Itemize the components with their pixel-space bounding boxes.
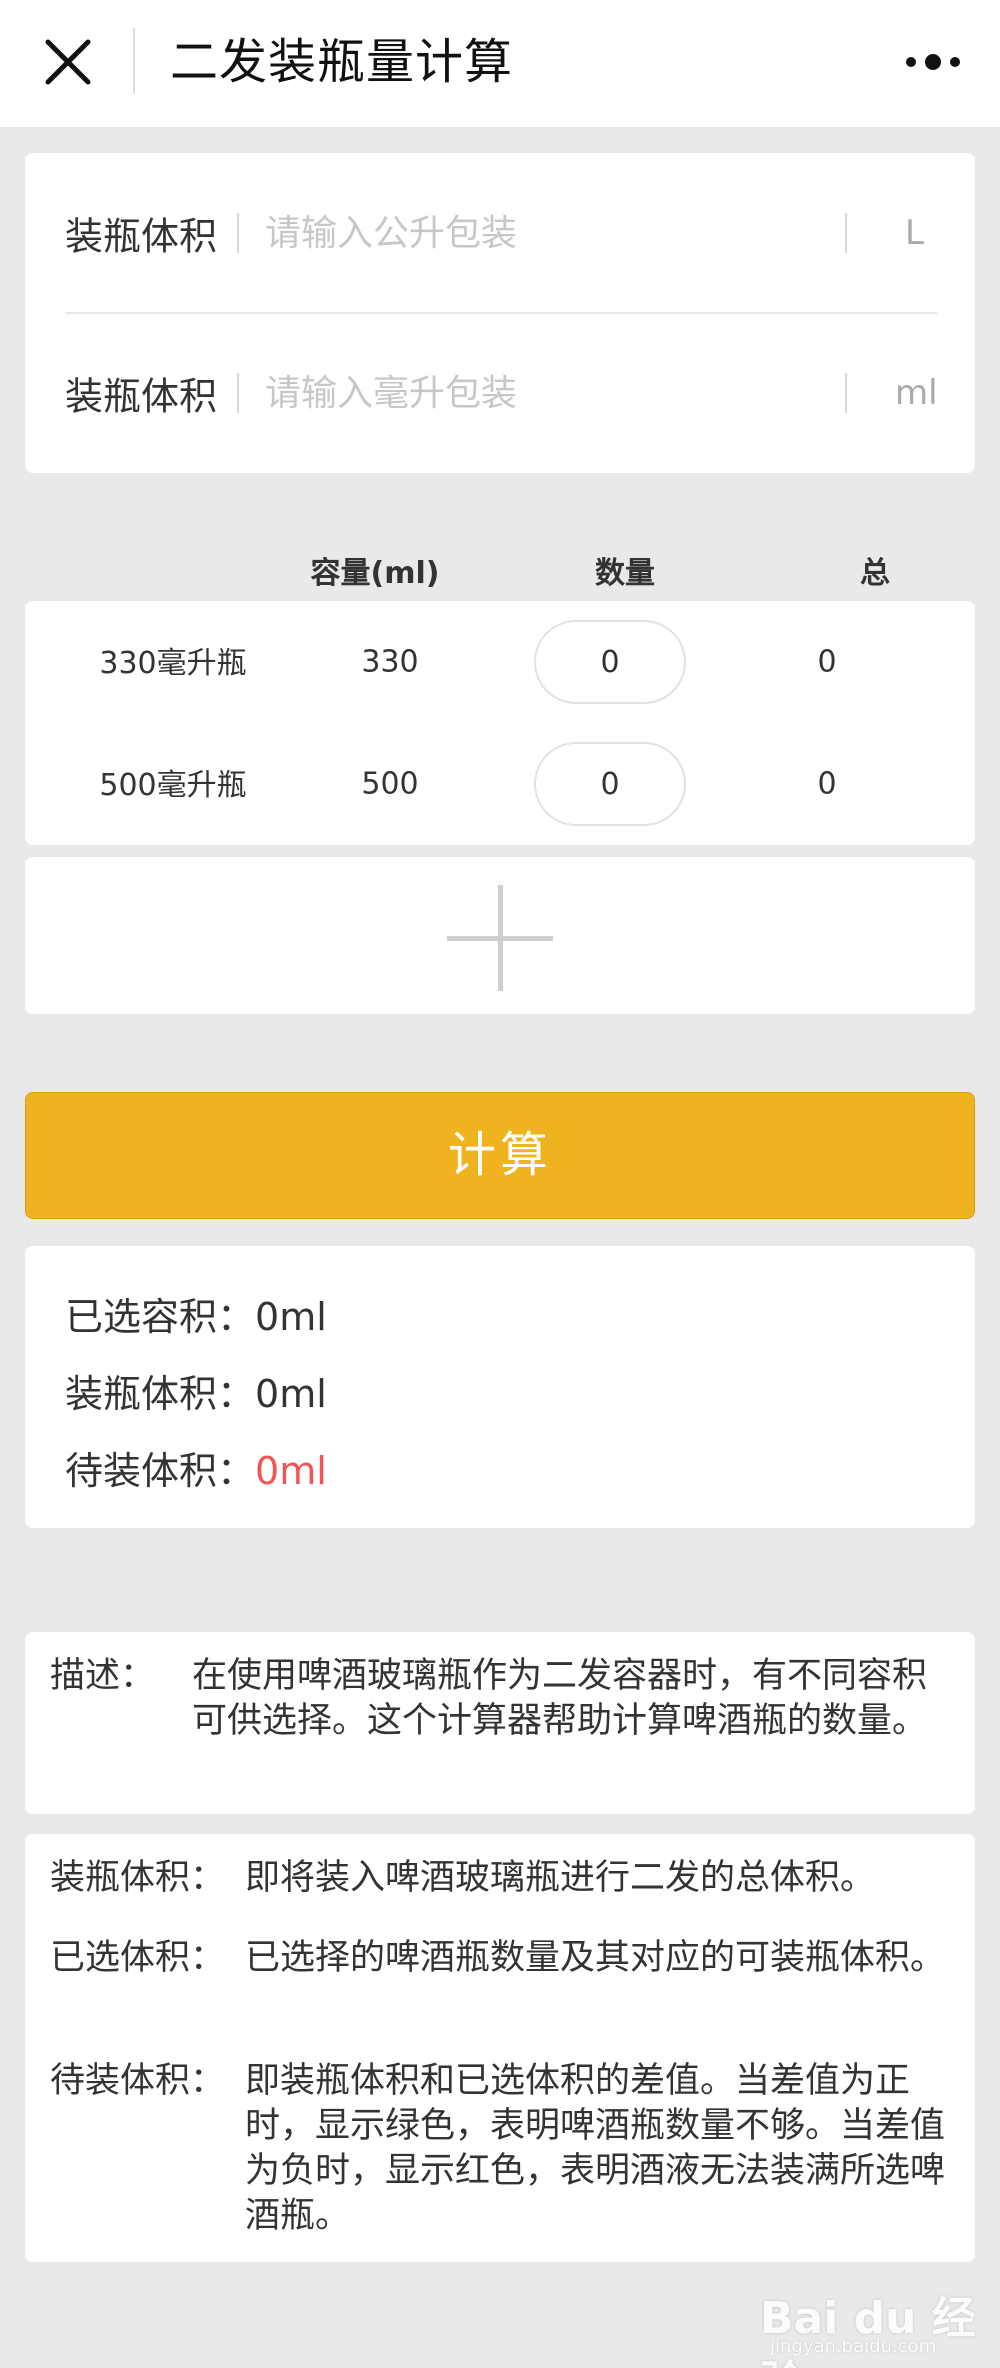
result-label: 已选容积： (65, 1295, 256, 1339)
close-icon (45, 39, 91, 85)
column-header-quantity: 数量 (595, 556, 655, 591)
result-label: 装瓶体积： (65, 1372, 256, 1416)
description-text: 在使用啤酒玻璃瓶作为二发容器时，有不同容积可供选择。这个计算器帮助计算啤酒瓶的数… (192, 1656, 928, 1741)
title-bar: 二发装瓶量计算 (0, 0, 1000, 127)
volume-input-card: 装瓶体积 L 装瓶体积 ml (25, 153, 975, 473)
watermark-url: jingyan.baidu.com (770, 2336, 937, 2357)
quantity-input[interactable] (534, 620, 686, 704)
milliliter-volume-input[interactable] (265, 363, 825, 423)
definition-item: 待装体积： 即装瓶体积和已选体积的差值。当差值为正时，显示绿色，表明啤酒瓶数量不… (50, 2059, 960, 2239)
result-label: 待装体积： (65, 1449, 256, 1493)
definition-key: 装瓶体积： (50, 1858, 226, 1898)
unit-separator (845, 213, 847, 253)
remaining-volume-result: 待装体积：0ml (65, 1440, 327, 1495)
more-dots-icon (906, 54, 960, 70)
milliliter-unit: ml (895, 373, 938, 413)
baidu-jingyan-watermark: Bai du 经验 jingyan.baidu.com (760, 2254, 980, 2368)
label-separator (237, 213, 239, 253)
remaining-volume-value: 0ml (255, 1449, 327, 1493)
quantity-input[interactable] (534, 742, 686, 826)
plus-icon (498, 885, 503, 991)
liter-input-row: 装瓶体积 L (25, 153, 975, 313)
result-value: 0ml (255, 1295, 327, 1339)
unit-separator (845, 373, 847, 413)
header-divider (133, 28, 135, 94)
liter-input-label: 装瓶体积 (65, 214, 218, 259)
definition-key: 待装体积： (50, 2061, 226, 2101)
result-card: 已选容积：0ml 装瓶体积：0ml 待装体积：0ml (25, 1246, 975, 1528)
selected-capacity-result: 已选容积：0ml (65, 1286, 327, 1341)
description-card: 描述： 在使用啤酒玻璃瓶作为二发容器时，有不同容积可供选择。这个计算器帮助计算啤… (25, 1632, 975, 1814)
calculate-button[interactable]: 计算 (25, 1092, 975, 1219)
add-bottle-button[interactable] (25, 857, 975, 1014)
page-title: 二发装瓶量计算 (170, 34, 514, 90)
definition-key: 已选体积： (50, 1938, 226, 1978)
bottle-capacity: 500 (361, 766, 419, 802)
app-page: 二发装瓶量计算 装瓶体积 L 装瓶体积 ml 容量(ml) 数量 总 (0, 0, 1000, 2368)
definitions-card: 装瓶体积： 即将装入啤酒玻璃瓶进行二发的总体积。 已选体积： 已选择的啤酒瓶数量… (25, 1834, 975, 2262)
label-separator (237, 373, 239, 413)
definition-text: 已选择的啤酒瓶数量及其对应的可装瓶体积。 (245, 1938, 946, 1978)
definition-text: 即装瓶体积和已选体积的差值。当差值为正时，显示绿色，表明啤酒瓶数量不够。当差值为… (245, 2061, 946, 2236)
definition-item: 装瓶体积： 即将装入啤酒玻璃瓶进行二发的总体积。 (50, 1856, 960, 1901)
bottle-capacity: 330 (361, 644, 419, 680)
bottle-table-card: 330毫升瓶 330 0 500毫升瓶 500 0 (25, 601, 975, 845)
table-row: 500毫升瓶 500 0 (25, 723, 975, 845)
liter-volume-input[interactable] (265, 203, 825, 263)
bottle-total: 0 (817, 644, 837, 680)
close-button[interactable] (36, 30, 100, 94)
definition-text: 即将装入啤酒玻璃瓶进行二发的总体积。 (245, 1858, 876, 1898)
definition-item: 已选体积： 已选择的啤酒瓶数量及其对应的可装瓶体积。 (50, 1936, 960, 2026)
table-row: 330毫升瓶 330 0 (25, 601, 975, 723)
liter-unit: L (905, 213, 924, 253)
bottle-total: 0 (817, 766, 837, 802)
bottle-name: 500毫升瓶 (99, 767, 247, 803)
result-value: 0ml (255, 1372, 327, 1416)
bottling-volume-result: 装瓶体积：0ml (65, 1363, 327, 1418)
bottle-name: 330毫升瓶 (99, 645, 247, 681)
more-button[interactable] (895, 36, 971, 88)
milliliter-input-label: 装瓶体积 (65, 374, 218, 419)
column-header-total: 总 (860, 556, 890, 591)
milliliter-input-row: 装瓶体积 ml (25, 313, 975, 473)
description-key: 描述： (50, 1656, 156, 1696)
column-header-capacity: 容量(ml) (310, 556, 440, 591)
